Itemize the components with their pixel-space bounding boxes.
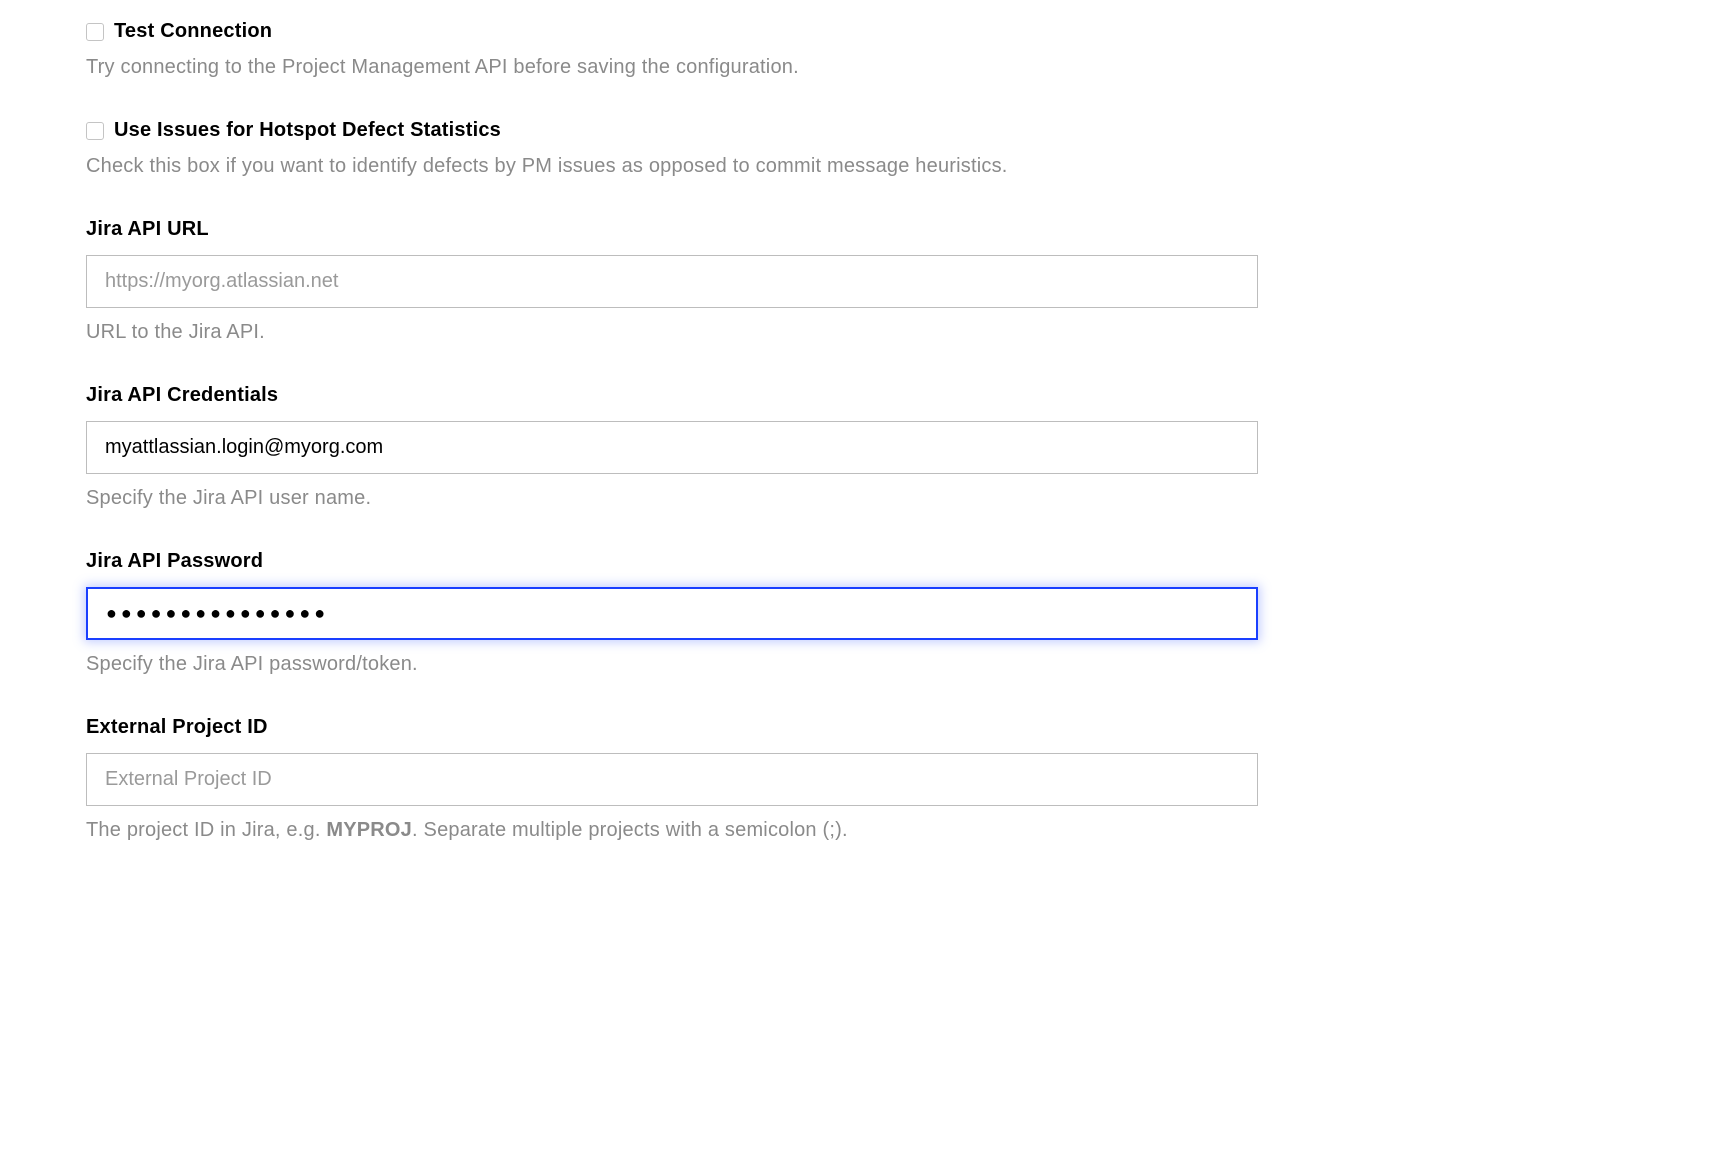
jira-api-url-group: Jira API URL URL to the Jira API. [86,218,1630,346]
external-project-id-group: External Project ID The project ID in Ji… [86,716,1630,844]
external-project-id-help-bold: MYPROJ [326,819,412,841]
use-issues-group: Use Issues for Hotspot Defect Statistics… [86,119,1630,180]
jira-api-credentials-input[interactable] [86,421,1258,474]
test-connection-help: Try connecting to the Project Management… [86,53,1630,81]
external-project-id-input[interactable] [86,753,1258,806]
jira-api-password-group: Jira API Password Specify the Jira API p… [86,550,1630,678]
external-project-id-help-prefix: The project ID in Jira, e.g. [86,819,326,841]
external-project-id-help-suffix: . Separate multiple projects with a semi… [412,819,848,841]
jira-api-password-input[interactable] [86,587,1258,640]
jira-api-password-label: Jira API Password [86,550,1630,573]
jira-api-credentials-help: Specify the Jira API user name. [86,484,1630,512]
test-connection-label: Test Connection [114,20,272,43]
test-connection-row: Test Connection [86,20,1630,43]
use-issues-label: Use Issues for Hotspot Defect Statistics [114,119,501,142]
jira-api-credentials-label: Jira API Credentials [86,384,1630,407]
external-project-id-help: The project ID in Jira, e.g. MYPROJ. Sep… [86,816,1630,844]
external-project-id-label: External Project ID [86,716,1630,739]
test-connection-checkbox[interactable] [86,23,104,41]
jira-api-url-label: Jira API URL [86,218,1630,241]
use-issues-checkbox[interactable] [86,122,104,140]
jira-api-url-help: URL to the Jira API. [86,318,1630,346]
use-issues-help: Check this box if you want to identify d… [86,152,1630,180]
test-connection-group: Test Connection Try connecting to the Pr… [86,20,1630,81]
jira-api-password-help: Specify the Jira API password/token. [86,650,1630,678]
jira-api-credentials-group: Jira API Credentials Specify the Jira AP… [86,384,1630,512]
use-issues-row: Use Issues for Hotspot Defect Statistics [86,119,1630,142]
jira-api-url-input[interactable] [86,255,1258,308]
